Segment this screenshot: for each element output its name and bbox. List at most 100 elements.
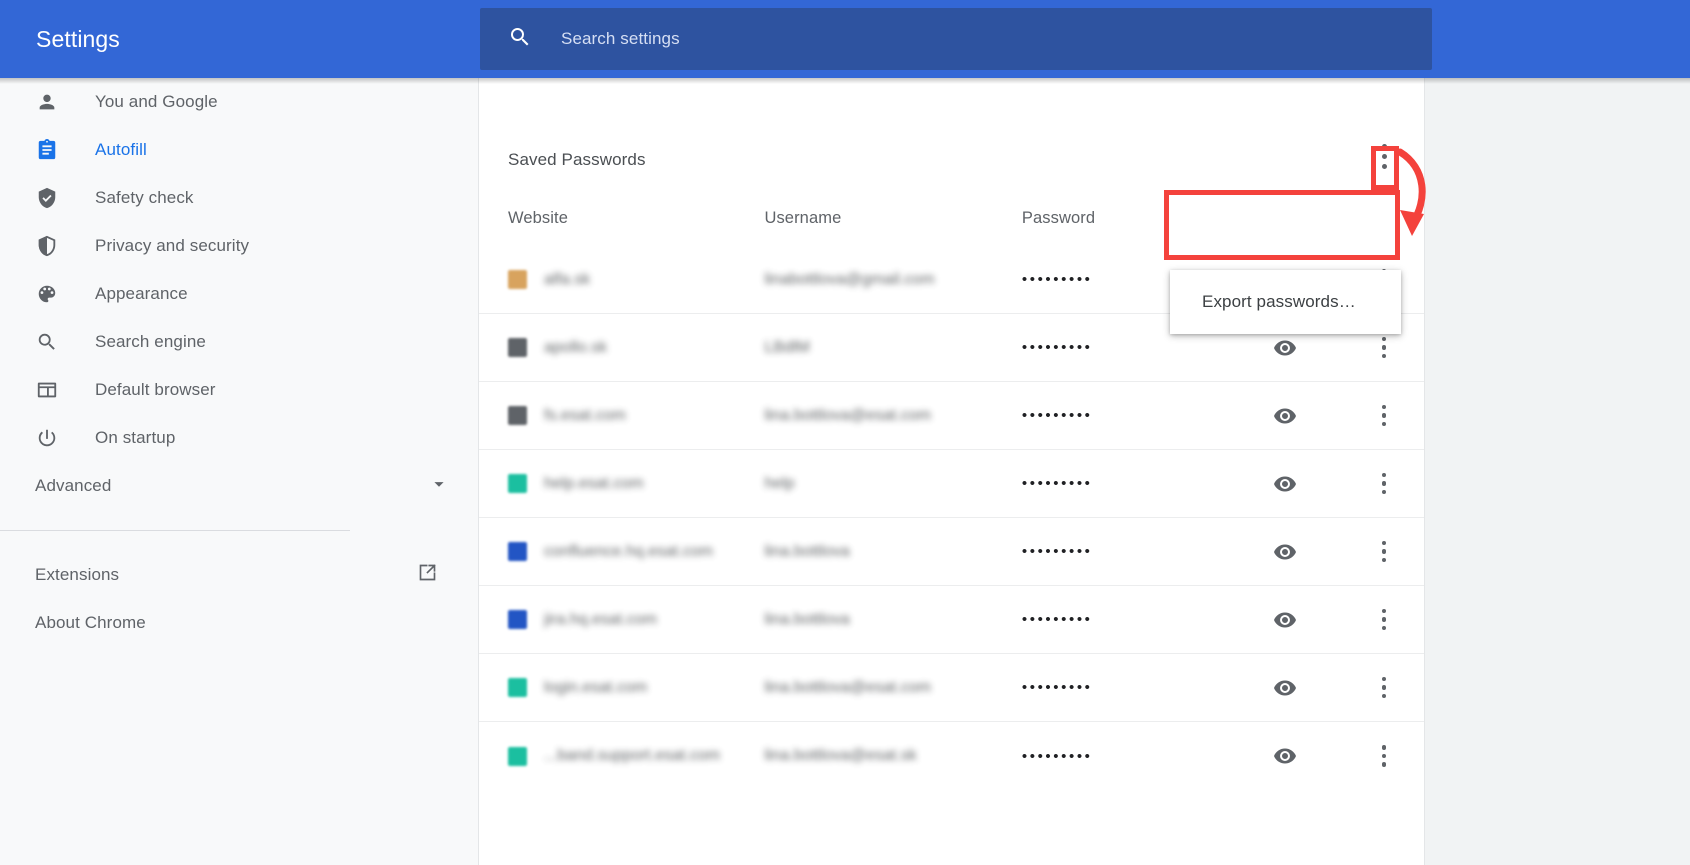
username-value: linabottlova@gmail.com: [764, 270, 935, 288]
row-overflow-menu-button[interactable]: [1344, 608, 1424, 631]
table-row[interactable]: ...band.support.esat.com lina.bottlova@es…: [479, 722, 1424, 790]
sidebar-item-extensions[interactable]: Extensions: [0, 551, 478, 599]
sidebar-item-label: Autofill: [95, 140, 147, 159]
show-password-button[interactable]: [1226, 744, 1344, 768]
row-overflow-menu-button[interactable]: [1344, 745, 1424, 767]
website-value: fs.esat.com: [544, 406, 626, 424]
external-link-icon[interactable]: [417, 562, 438, 588]
cell-website: help.esat.com: [508, 474, 764, 493]
settings-main-area: Saved Passwords Website Username Passwor…: [478, 78, 1690, 865]
favicon-icon: [508, 338, 527, 357]
row-overflow-menu-button[interactable]: [1344, 540, 1424, 563]
saved-passwords-header: Saved Passwords: [479, 78, 1424, 190]
sidebar-item-label: Default browser: [95, 380, 216, 399]
sidebar-item-about-chrome[interactable]: About Chrome: [0, 599, 478, 647]
show-password-button[interactable]: [1226, 676, 1344, 700]
username-value: lina.bottlova: [764, 610, 850, 628]
row-overflow-menu-button[interactable]: [1344, 404, 1424, 427]
sidebar-item-label: Privacy and security: [95, 236, 250, 255]
sidebar-item-advanced[interactable]: Advanced: [0, 462, 478, 510]
section-title: Saved Passwords: [508, 150, 646, 169]
kebab-dot: [1381, 557, 1387, 563]
eye-icon: [1274, 748, 1297, 764]
column-header-password: Password: [1021, 208, 1096, 227]
kebab-dot: [1381, 336, 1387, 342]
clipboard-icon: [35, 138, 59, 162]
sidebar-item-default-browser[interactable]: Default browser: [0, 366, 478, 414]
column-header-website: Website: [508, 208, 569, 227]
kebab-dot: [1381, 608, 1387, 614]
favicon-icon: [508, 746, 527, 766]
kebab-dot: [1381, 549, 1387, 554]
eye-icon: [1274, 340, 1297, 355]
website-value: apollo.sk: [544, 338, 608, 356]
website-value: confluence.hq.esat.com: [544, 542, 713, 560]
website-value: help.esat.com: [544, 474, 644, 492]
password-value-masked: •••••••••: [1021, 339, 1093, 356]
table-row[interactable]: help.esat.com help •••••••••: [479, 450, 1424, 518]
show-password-button[interactable]: [1226, 608, 1344, 632]
search-input-placeholder[interactable]: Search settings: [561, 29, 680, 49]
cell-website: confluence.hq.esat.com: [508, 542, 764, 561]
sidebar-item-appearance[interactable]: Appearance: [0, 270, 478, 318]
sidebar-item-safety-check[interactable]: Safety check: [0, 174, 478, 222]
show-password-button[interactable]: [1226, 336, 1344, 360]
eye-icon: [1274, 544, 1297, 559]
eye-icon: [1274, 476, 1297, 491]
kebab-dot: [1381, 153, 1387, 159]
kebab-dot: [1381, 617, 1387, 622]
column-header-username: Username: [764, 208, 842, 227]
kebab-dot: [1381, 676, 1387, 682]
sidebar-item-privacy-and-security[interactable]: Privacy and security: [0, 222, 478, 270]
sidebar-item-autofill[interactable]: Autofill: [0, 126, 478, 174]
eye-icon: [1274, 680, 1297, 695]
table-row[interactable]: confluence.hq.esat.com lina.bottlova •••••…: [479, 518, 1424, 586]
sidebar-item-you-and-google[interactable]: You and Google: [0, 78, 478, 126]
saved-passwords-overflow-menu-button[interactable]: [1372, 136, 1396, 176]
kebab-dot: [1381, 693, 1387, 699]
favicon-icon: [508, 406, 527, 425]
export-passwords-menu: Export passwords…: [1170, 270, 1401, 334]
sidebar-item-label: Extensions: [35, 565, 120, 584]
cell-website: jira.hq.esat.com: [508, 610, 764, 629]
website-value: alfa.sk: [544, 270, 591, 288]
settings-top-bar: Settings Search settings: [0, 0, 1690, 78]
palette-icon: [35, 282, 59, 306]
chevron-down-icon: [428, 473, 450, 500]
sidebar-item-label: About Chrome: [35, 613, 146, 632]
settings-sidebar: You and Google Autofill Safety check Pri…: [0, 78, 478, 865]
show-password-button[interactable]: [1226, 540, 1344, 564]
row-overflow-menu-button[interactable]: [1344, 336, 1424, 359]
password-value-masked: •••••••••: [1021, 407, 1093, 424]
search-settings-box[interactable]: Search settings: [480, 8, 1432, 70]
sidebar-item-label: Search engine: [95, 332, 206, 351]
shield-check-icon: [35, 186, 59, 210]
eye-icon: [1274, 612, 1297, 627]
sidebar-item-on-startup[interactable]: On startup: [0, 414, 478, 462]
menu-item-export-passwords[interactable]: Export passwords…: [1202, 292, 1356, 312]
shield-icon: [35, 234, 59, 258]
kebab-dot: [1381, 421, 1387, 427]
row-overflow-menu-button[interactable]: [1344, 676, 1424, 699]
power-icon: [35, 426, 59, 450]
table-row[interactable]: login.esat.com lina.bottlova@esat.com ••••…: [479, 654, 1424, 722]
password-value-masked: •••••••••: [1021, 543, 1093, 560]
website-value: jira.hq.esat.com: [544, 610, 657, 628]
password-value-masked: •••••••••: [1021, 611, 1093, 628]
row-overflow-menu-button[interactable]: [1344, 472, 1424, 495]
sidebar-item-search-engine[interactable]: Search engine: [0, 318, 478, 366]
kebab-dot: [1381, 163, 1387, 169]
table-row[interactable]: fs.esat.com lina.bottlova@esat.com •••••••…: [479, 382, 1424, 450]
password-value-masked: •••••••••: [1021, 747, 1093, 765]
show-password-button[interactable]: [1226, 404, 1344, 428]
cell-website: fs.esat.com: [508, 406, 764, 425]
sidebar-item-label: On startup: [95, 428, 176, 447]
page-title: Settings: [36, 26, 120, 52]
password-value-masked: •••••••••: [1021, 475, 1093, 492]
table-row[interactable]: jira.hq.esat.com lina.bottlova •••••••••: [479, 586, 1424, 654]
eye-icon: [1274, 408, 1297, 423]
show-password-button[interactable]: [1226, 472, 1344, 496]
cell-website: apollo.sk: [508, 338, 764, 357]
kebab-dot: [1381, 540, 1387, 546]
passwords-table-header: Website Username Password: [479, 190, 1424, 246]
